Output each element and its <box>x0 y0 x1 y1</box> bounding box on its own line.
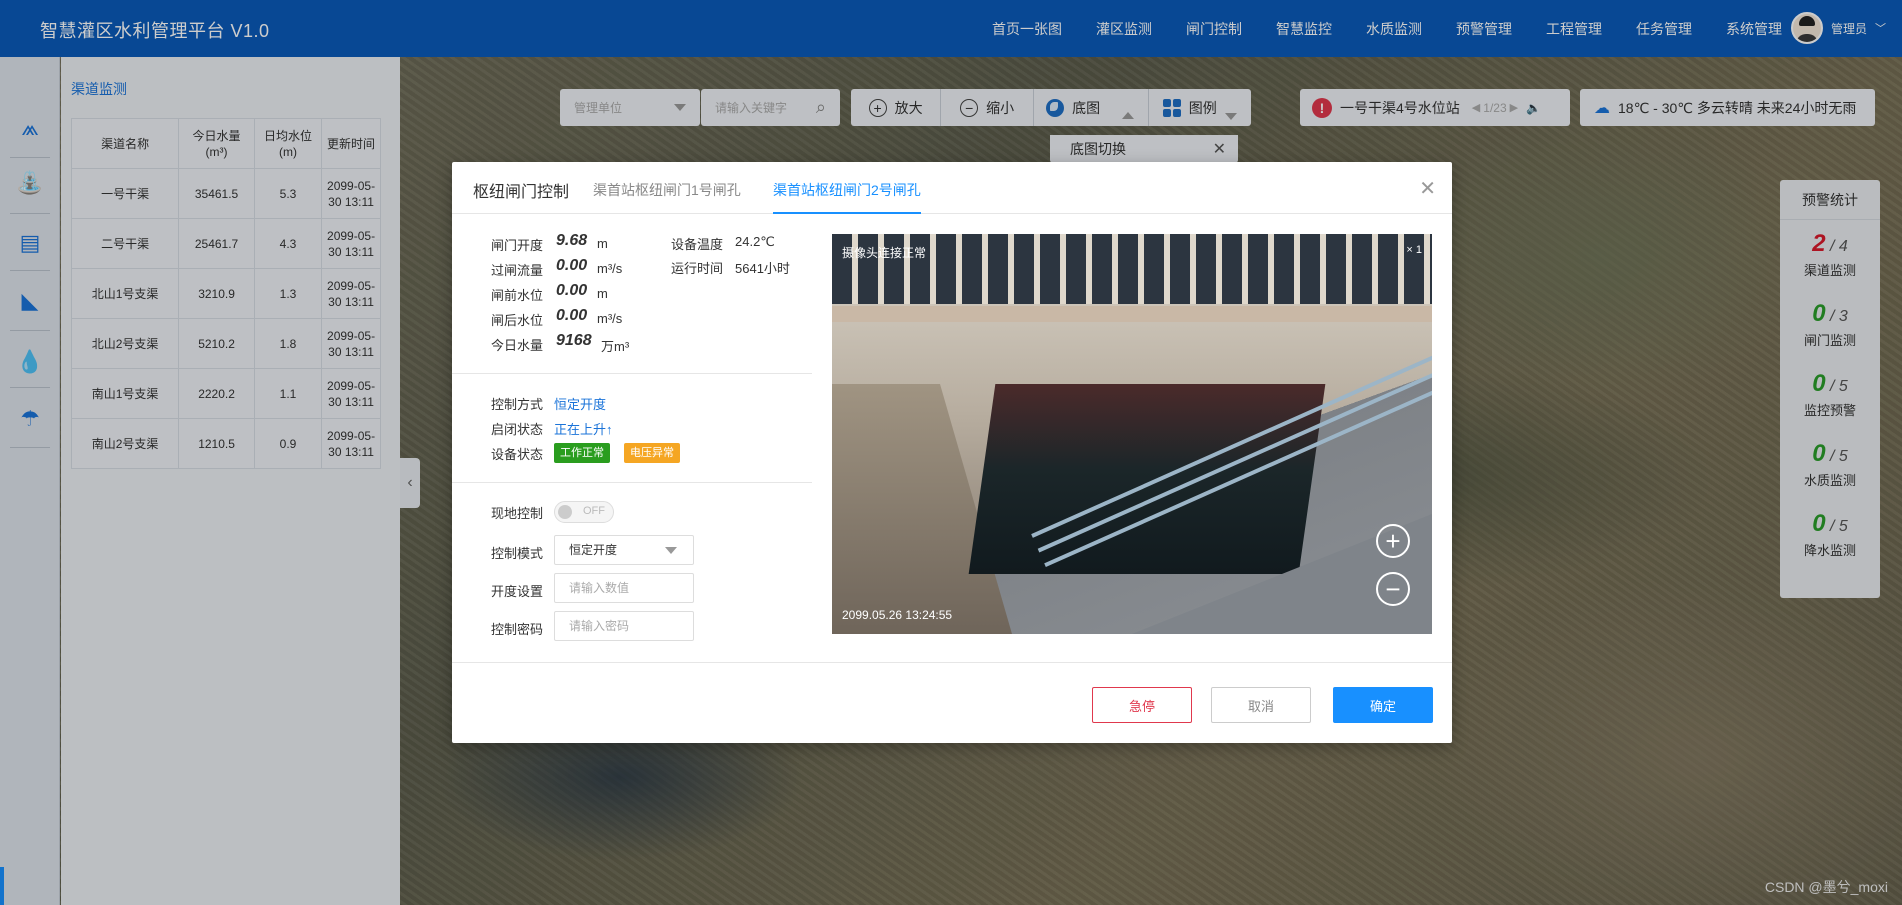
camera-scene <box>968 384 1326 574</box>
front-level-label: 闸前水位 <box>491 288 544 303</box>
password-label: 控制密码 <box>491 622 544 637</box>
tab-gate-2[interactable]: 渠首站枢纽闸门2号闸孔 <box>773 180 921 214</box>
front-level-unit: m <box>597 286 608 301</box>
dialog-header: 枢纽闸门控制 渠首站枢纽闸门1号闸孔 渠首站枢纽闸门2号闸孔 ✕ <box>452 162 1452 214</box>
camera-feed[interactable]: 摄像头连接正常 × 1 2099.05.26 13:24:55 + − <box>832 234 1432 634</box>
device-status-label: 设备状态 <box>491 447 544 462</box>
opening-input[interactable]: 请输入数值 <box>554 573 694 603</box>
opening-label: 开度设置 <box>491 584 544 599</box>
gate-control-dialog: 枢纽闸门控制 渠首站枢纽闸门1号闸孔 渠首站枢纽闸门2号闸孔 ✕ 闸门开度 9.… <box>452 162 1452 743</box>
back-level-unit: m³/s <box>597 311 623 326</box>
caret-down-icon <box>665 547 677 554</box>
camera-scale: × 1 <box>1406 244 1422 256</box>
local-control-label: 现地控制 <box>491 506 544 521</box>
mode-select[interactable]: 恒定开度 <box>554 535 694 565</box>
back-level-value: 0.00 <box>556 307 588 324</box>
temp-value: 24.2℃ <box>735 234 775 249</box>
mode-label: 控制模式 <box>491 546 544 561</box>
back-level-label: 闸后水位 <box>491 313 544 328</box>
flow-unit: m³/s <box>597 261 623 276</box>
toggle-text: OFF <box>583 505 605 517</box>
password-input[interactable]: 请输入密码 <box>554 611 694 641</box>
open-status-label: 启闭状态 <box>491 422 544 437</box>
toggle-knob <box>558 505 572 519</box>
today-water-label: 今日水量 <box>491 338 544 353</box>
front-level-value: 0.00 <box>556 282 588 299</box>
status-badge-ok: 工作正常 <box>554 443 610 463</box>
tab-gate-1[interactable]: 渠首站枢纽闸门1号闸孔 <box>593 180 741 214</box>
temp-label: 设备温度 <box>671 237 724 252</box>
cancel-button[interactable]: 取消 <box>1211 687 1311 723</box>
emergency-stop-button[interactable]: 急停 <box>1092 687 1192 723</box>
local-control-toggle[interactable]: OFF <box>554 501 614 523</box>
camera-timestamp: 2099.05.26 13:24:55 <box>842 608 953 622</box>
open-status-value: 正在上升↑ <box>554 422 613 437</box>
mode-select-value: 恒定开度 <box>569 543 618 557</box>
camera-status: 摄像头连接正常 <box>842 246 927 260</box>
today-water-value: 9168 <box>556 332 592 349</box>
status-badge-warn: 电压异常 <box>624 443 680 463</box>
opening-placeholder: 请输入数值 <box>569 581 630 595</box>
flow-label: 过闸流量 <box>491 263 544 278</box>
password-placeholder: 请输入密码 <box>569 619 630 633</box>
control-mode-value: 恒定开度 <box>554 397 607 412</box>
today-water-unit: 万m³ <box>601 339 630 354</box>
gate-open-label: 闸门开度 <box>491 238 544 253</box>
divider <box>452 373 812 374</box>
zoom-in-icon[interactable]: + <box>1376 524 1410 558</box>
close-icon[interactable]: ✕ <box>1419 176 1436 201</box>
flow-value: 0.00 <box>556 257 588 274</box>
divider <box>452 482 812 483</box>
dialog-footer-divider <box>452 662 1452 663</box>
zoom-out-icon[interactable]: − <box>1376 572 1410 606</box>
gate-open-value: 9.68 <box>556 232 588 249</box>
confirm-button[interactable]: 确定 <box>1333 687 1433 723</box>
control-mode-label: 控制方式 <box>491 397 544 412</box>
gate-open-unit: m <box>597 236 608 251</box>
runtime-label: 运行时间 <box>671 261 724 276</box>
dialog-title: 枢纽闸门控制 <box>473 184 570 201</box>
runtime-value: 5641小时 <box>735 261 790 276</box>
